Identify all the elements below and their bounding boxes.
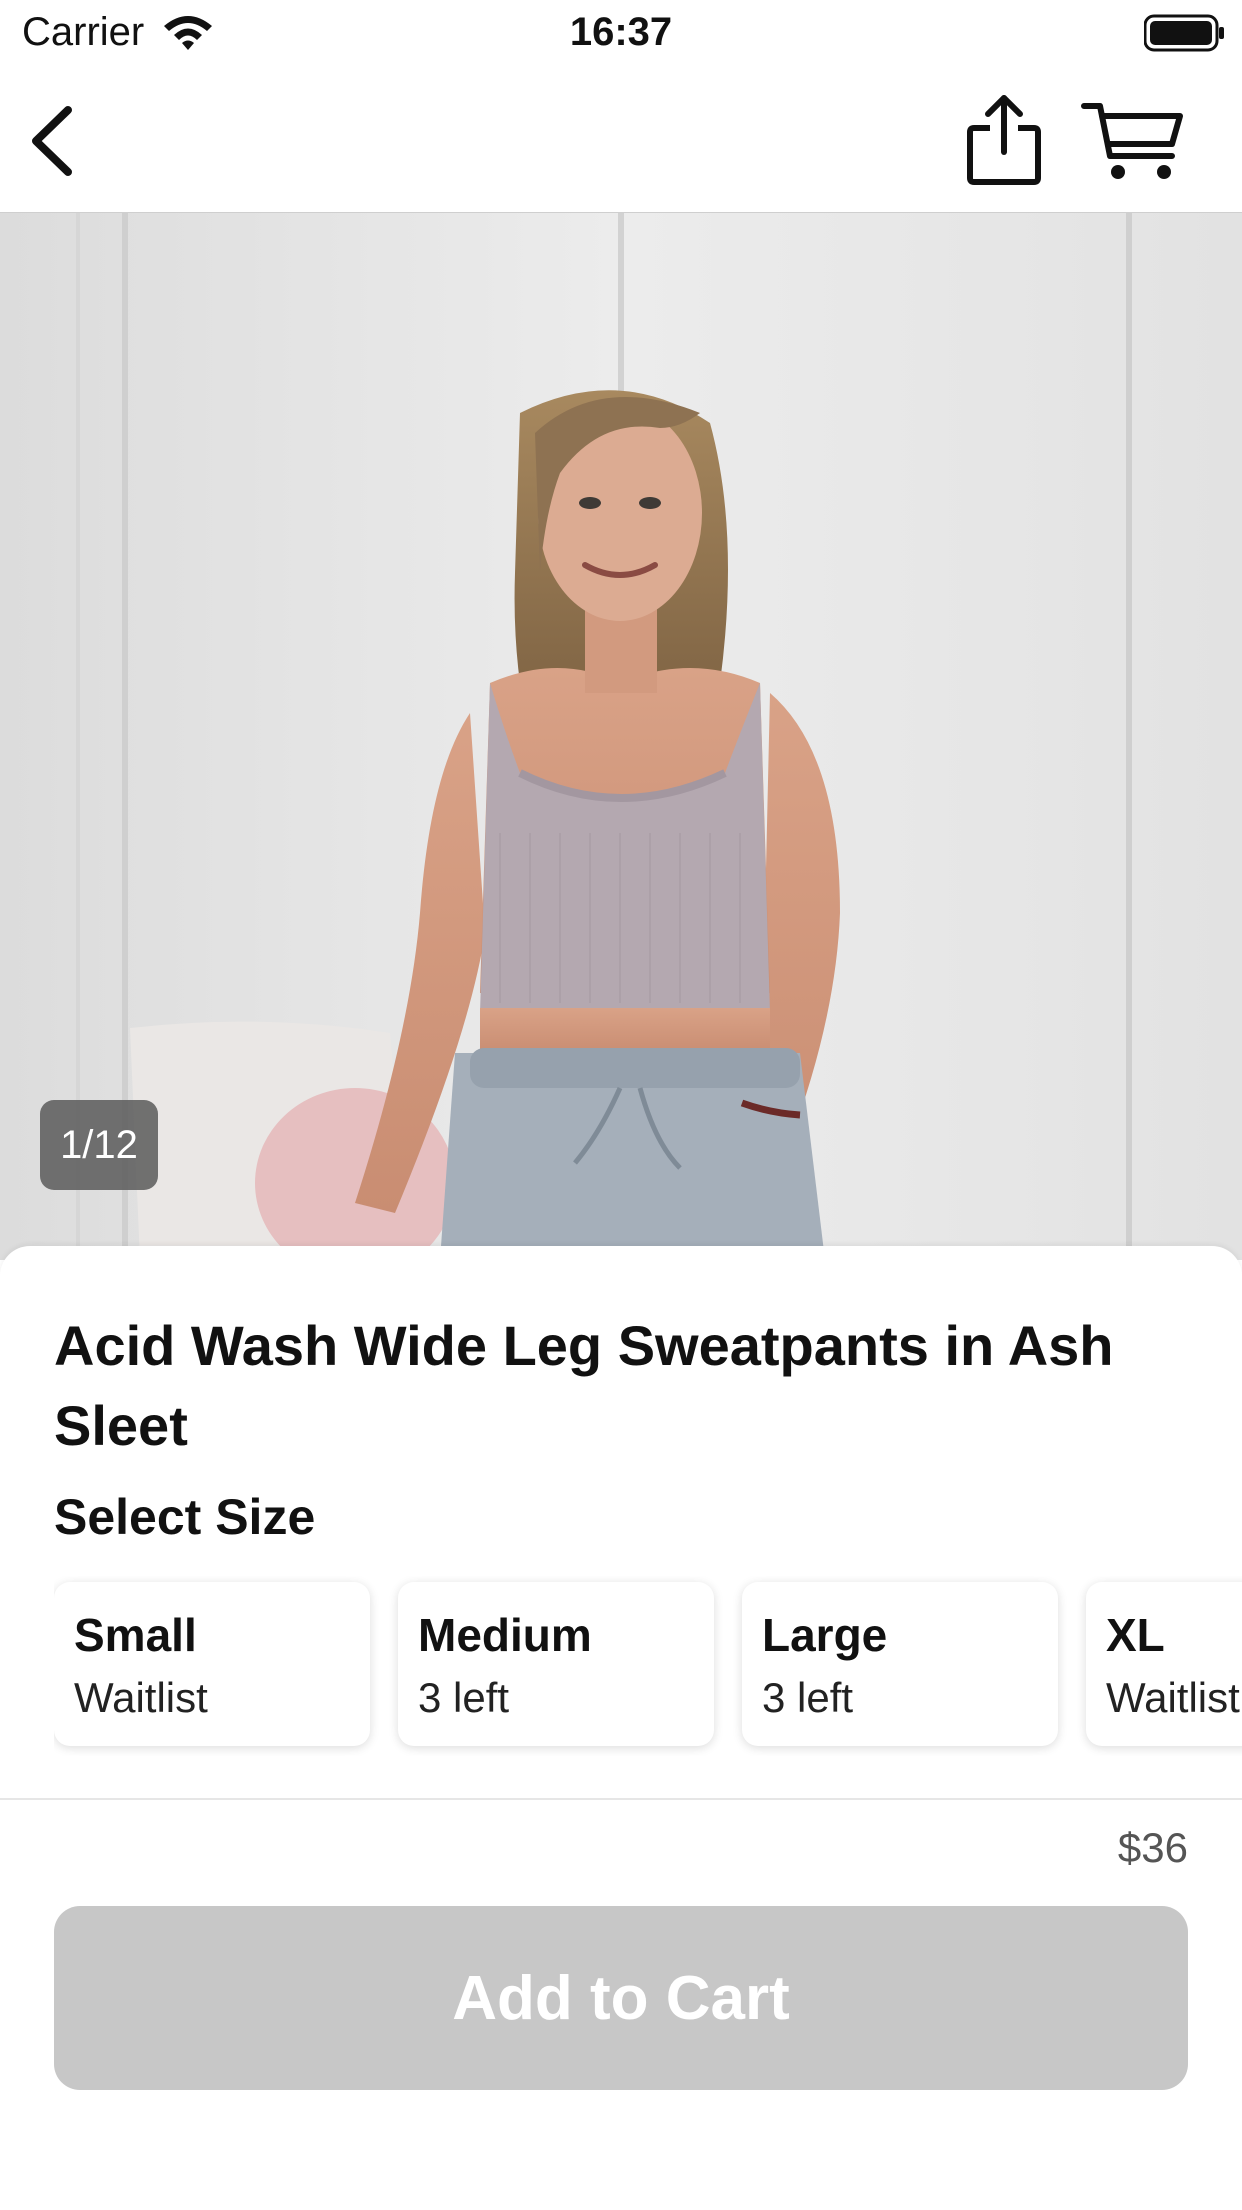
size-selector[interactable]: Small Waitlist Medium 3 left Large 3 lef… [54,1576,1242,1756]
size-name: Medium [418,1609,592,1661]
status-bar: Carrier 16:37 [0,0,1242,66]
nav-bar [0,66,1242,214]
status-time: 16:37 [569,10,673,54]
product-price: $36 [1117,1824,1188,1871]
chevron-left-icon [32,106,72,176]
share-icon [967,95,1041,185]
product-photo[interactable] [0,213,1242,1260]
product-photo-illustration [0,213,1242,1260]
product-details-sheet: Acid Wash Wide Leg Sweatpants in Ash Sle… [0,1246,1242,1798]
size-name: Small [74,1609,197,1661]
share-button[interactable] [964,92,1044,188]
size-name: Large [762,1609,888,1661]
image-counter: 1/12 [40,1100,158,1190]
add-to-cart-button[interactable]: Add to Cart [54,1906,1188,2090]
checkout-footer: $36 Add to Cart [0,1798,1242,2210]
product-title: Acid Wash Wide Leg Sweatpants in Ash Sle… [54,1314,1114,1457]
cart-icon [1081,103,1183,179]
cart-button[interactable] [1080,96,1190,186]
size-availability: Waitlist [74,1674,208,1721]
size-option-medium[interactable]: Medium 3 left [398,1582,714,1746]
back-button[interactable] [20,96,110,186]
size-availability: 3 left [762,1674,854,1721]
size-availability: Waitlist [1106,1674,1240,1721]
size-option-large[interactable]: Large 3 left [742,1582,1058,1746]
size-option-small[interactable]: Small Waitlist [54,1582,370,1746]
select-size-heading: Select Size [54,1489,316,1545]
size-option-xl[interactable]: XL Waitlist [1086,1582,1242,1746]
size-name: XL [1106,1609,1165,1661]
size-availability: 3 left [418,1674,510,1721]
battery-icon [1144,14,1224,52]
